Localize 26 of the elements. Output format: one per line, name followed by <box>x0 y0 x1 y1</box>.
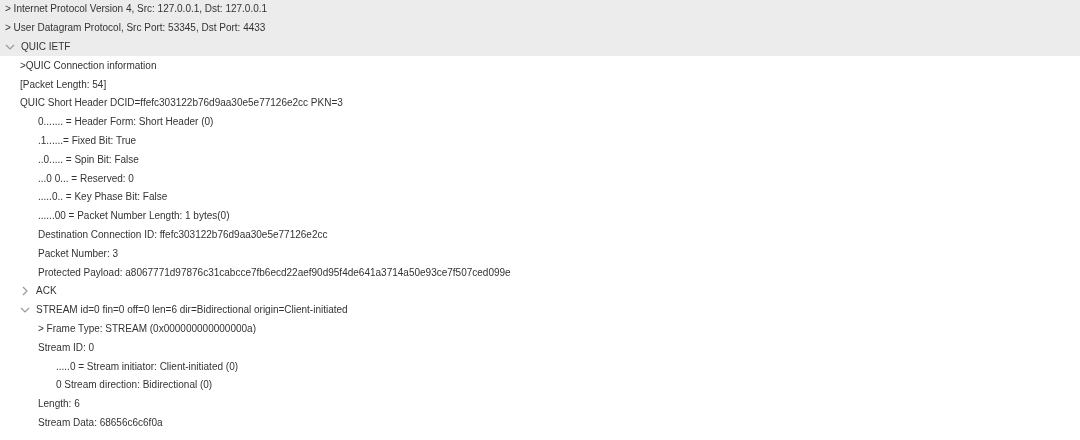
tree-item-label[interactable]: > Internet Protocol Version 4, Src: 127.0.0.1, Dst: 127.0.0.1 <box>5 3 268 16</box>
tree-item-label[interactable]: Length: 6 <box>38 398 80 411</box>
tree-item-label[interactable]: Stream Data: 68656c6c6f0a <box>38 416 163 429</box>
chevron-right-icon[interactable] <box>20 286 30 297</box>
tree-item-label[interactable]: Protected Payload: a8067771d97876c31cabcce7fb6ecd22aef90d95f4de641a3714a50e93ce7f507ced099e <box>38 266 511 279</box>
protocol-row[interactable]: > Internet Protocol Version 4, Src: 127.0.0.1, Dst: 127.0.0.1 <box>0 0 1080 19</box>
tree-item-label[interactable]: .....0 = Stream initiator: Client-initiated (0) <box>56 360 239 373</box>
tree-item-label[interactable]: QUIC IETF <box>21 41 71 53</box>
tree-item-label[interactable]: Stream ID: 0 <box>38 341 95 354</box>
tree-item-label[interactable]: ......00 = Packet Number Length: 1 bytes(0) <box>38 210 230 223</box>
tree-item-label[interactable]: ACK <box>36 285 57 298</box>
tree-item-label[interactable]: STREAM id=0 fin=0 off=0 len=6 dir=Bidirectional origin=Client-initiated <box>36 304 348 317</box>
tree-item-label[interactable]: > User Datagram Protocol, Src Port: 53345, Dst Port: 4433 <box>5 22 266 35</box>
tree-item-label[interactable]: QUIC Short Header DCID=ffefc303122b76d9aa30e5e77126e2cc PKN=3 <box>20 97 343 110</box>
tree-item-label[interactable]: .....0.. = Key Phase Bit: False <box>38 191 168 204</box>
tree-item-label[interactable]: >QUIC Connection information <box>20 59 157 72</box>
tree-item-label[interactable]: > Frame Type: STREAM (0x000000000000000a) <box>38 322 256 335</box>
tree-item-label[interactable]: 0 Stream direction: Bidirectional (0) <box>56 379 213 392</box>
tree-item-label[interactable]: Packet Number: 3 <box>38 247 119 260</box>
tree-item-label[interactable]: ..0..... = Spin Bit: False <box>38 153 139 166</box>
tree-item-label[interactable]: [Packet Length: 54] <box>20 78 107 91</box>
tree-item-label[interactable]: .1......= Fixed Bit: True <box>38 134 137 147</box>
chevron-down-icon[interactable] <box>5 42 15 52</box>
tree-item-label[interactable]: Destination Connection ID: ffefc303122b76d9aa30e5e77126e2cc <box>38 228 328 241</box>
tree-item-label[interactable]: 0....... = Header Form: Short Header (0) <box>38 116 214 129</box>
tree-item-label[interactable]: ...0 0... = Reserved: 0 <box>38 172 134 185</box>
